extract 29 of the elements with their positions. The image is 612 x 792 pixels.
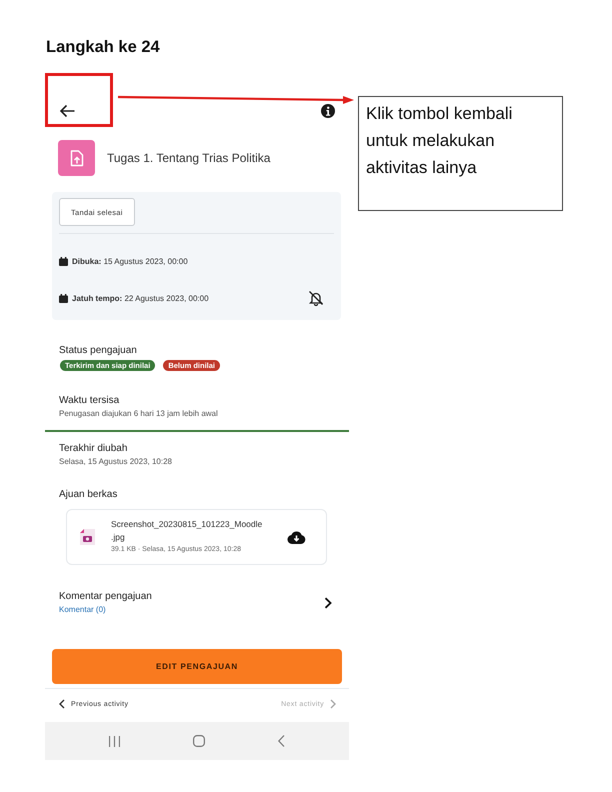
time-left-value: Penugasan diajukan 6 hari 13 jam lebih awal	[59, 408, 218, 420]
upload-file-icon	[58, 140, 95, 176]
comments-link[interactable]: Komentar (0)	[59, 604, 106, 616]
chevron-right-icon[interactable]	[324, 597, 332, 609]
file-submissions-label: Ajuan berkas	[59, 488, 118, 502]
rounded-square-icon[interactable]	[192, 735, 205, 747]
time-left-label: Waktu tersisa	[59, 394, 120, 408]
chevron-right-icon	[330, 699, 336, 709]
calendar-icon	[59, 256, 68, 266]
file-name: Screenshot_20230815_101223_Moodle.jpg	[111, 518, 264, 544]
info-icon[interactable]	[321, 104, 335, 118]
back-arrow-icon[interactable]	[59, 104, 75, 118]
date-text: Jatuh tempo: 22 Agustus 2023, 00:00	[72, 294, 209, 302]
comments-label: Komentar pengajuan	[59, 590, 152, 604]
chevron-left-icon	[59, 699, 65, 709]
date-text: Dibuka: 15 Agustus 2023, 00:00	[72, 256, 188, 266]
assignment-title: Tugas 1. Tentang Trias Politika	[107, 151, 270, 165]
callout-note: Klik tombol kembali untuk melakukan aktivitas lainya	[358, 96, 563, 211]
edit-submission-button[interactable]: EDIT PENGAJUAN	[52, 649, 342, 684]
status-label: Status pengajuan	[59, 344, 137, 358]
last-modified-label: Terakhir diubah	[59, 442, 128, 456]
calendar-icon	[59, 294, 68, 302]
image-file-icon	[80, 529, 95, 545]
three-bars-icon[interactable]	[108, 736, 120, 746]
step-heading: Langkah ke 24	[46, 37, 160, 57]
last-modified-value: Selasa, 15 Agustus 2023, 10:28	[59, 456, 172, 468]
chevron-left-icon[interactable]	[278, 735, 286, 747]
cloud-download-icon[interactable]	[286, 530, 306, 544]
bell-off-icon[interactable]	[308, 290, 324, 306]
